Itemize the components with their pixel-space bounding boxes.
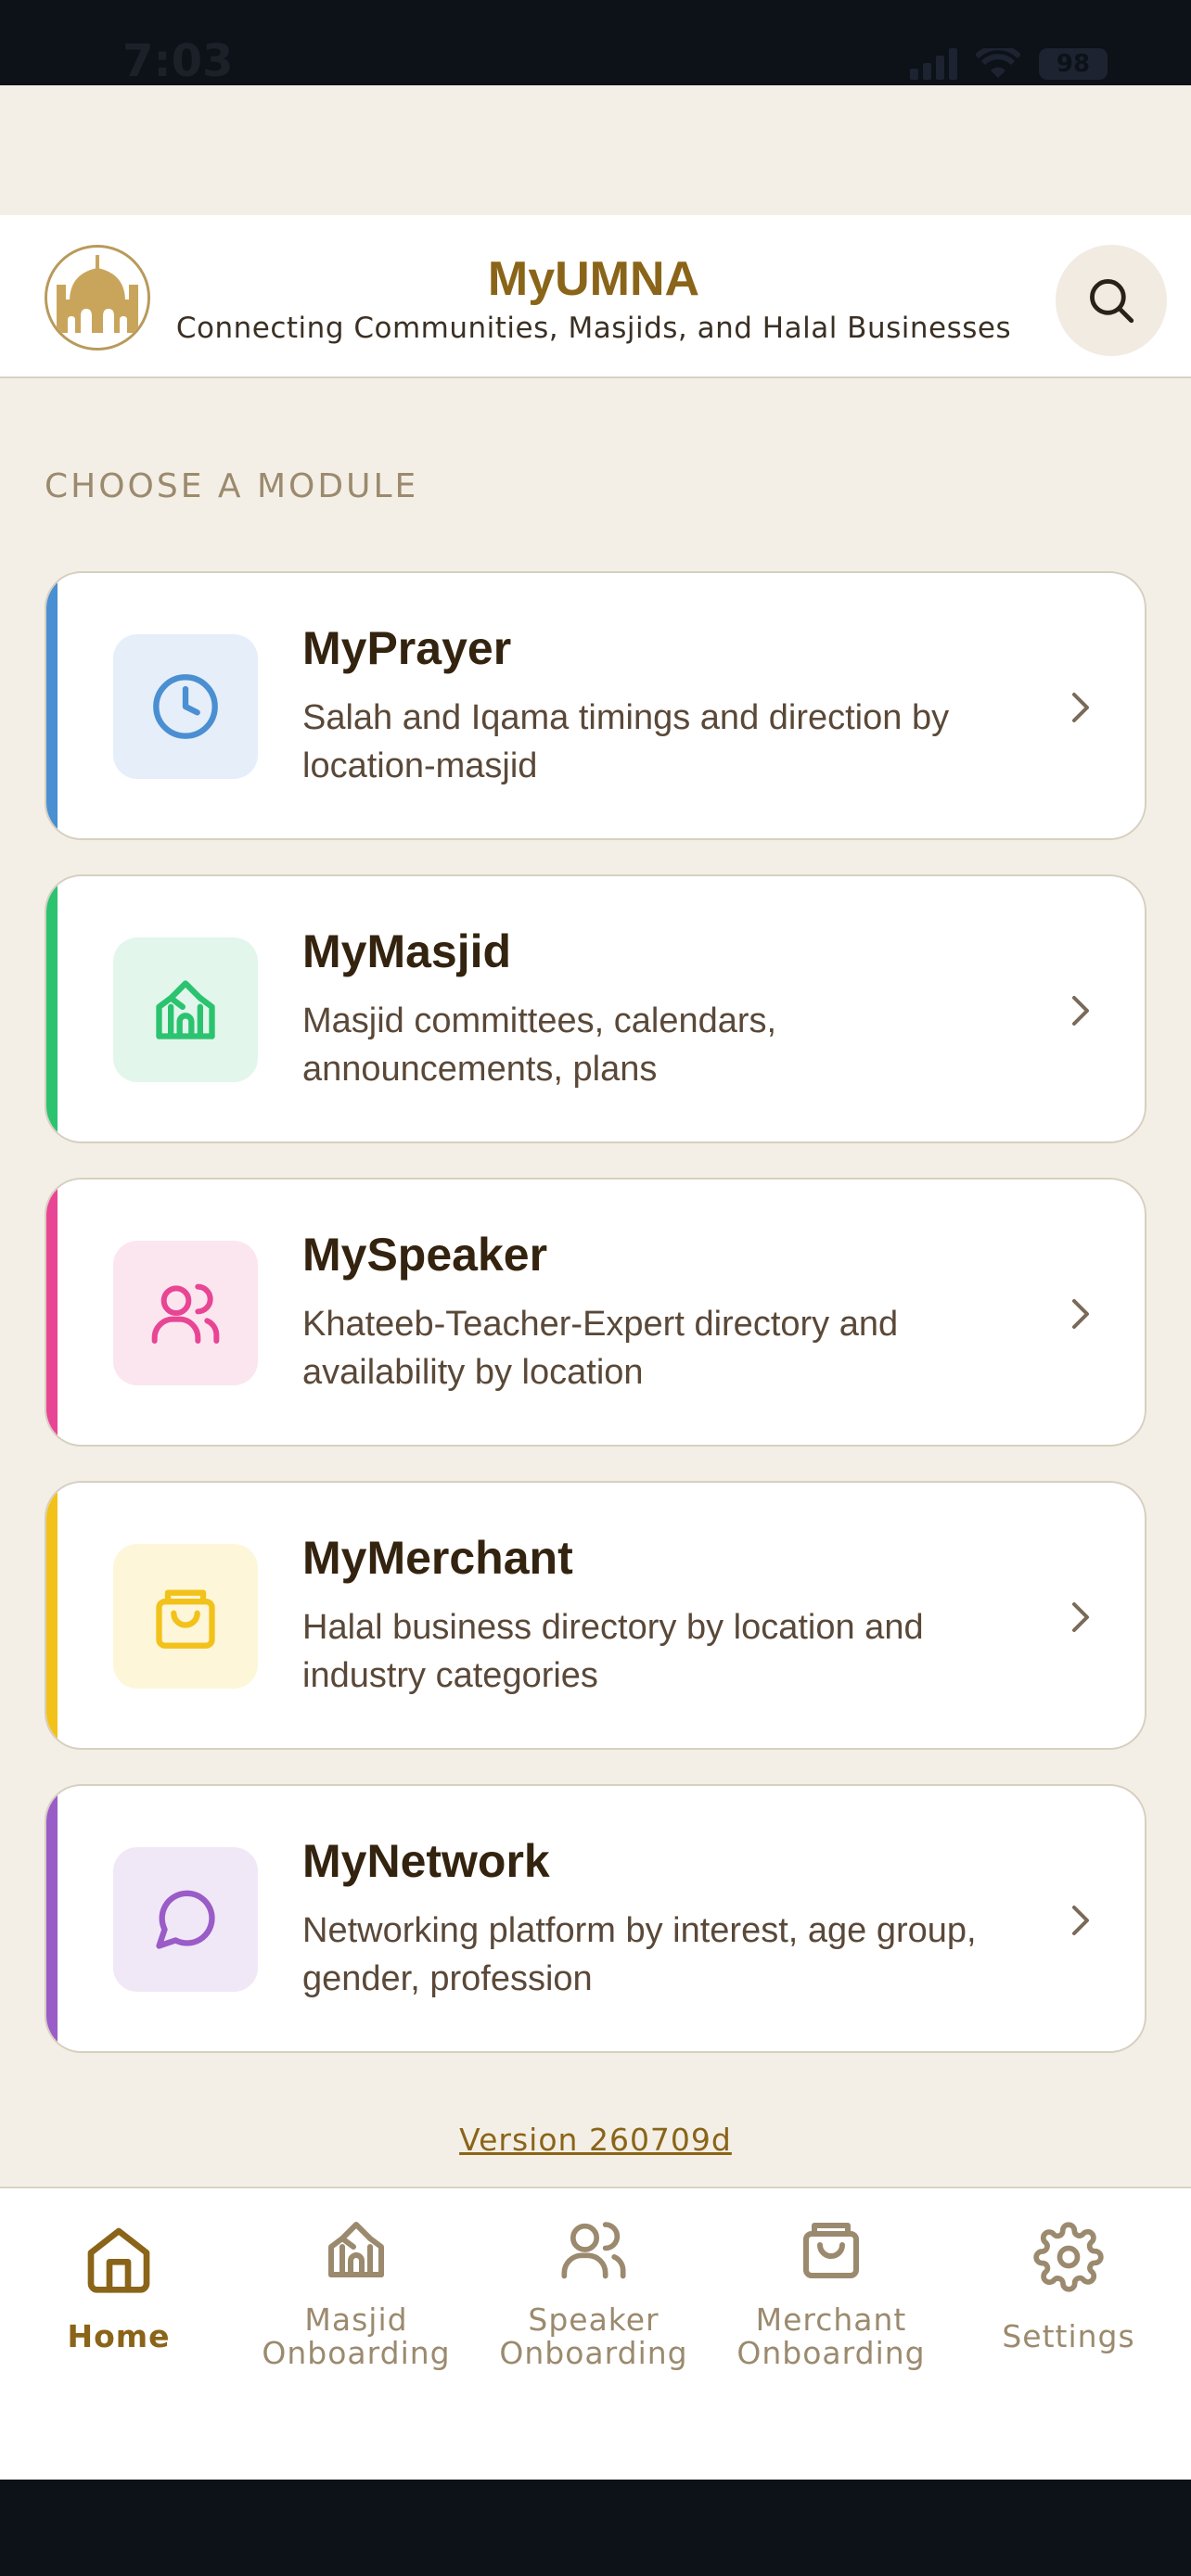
app-logo[interactable] — [45, 245, 150, 351]
app-header: MyUMNA Connecting Communities, Masjids, … — [0, 215, 1191, 378]
tab-label-line1: Masjid — [304, 2302, 408, 2338]
header-text: MyUMNA Connecting Communities, Masjids, … — [158, 250, 1030, 349]
module-name: MyNetwork — [302, 1835, 550, 1887]
app-screen: MyUMNA Connecting Communities, Masjids, … — [0, 85, 1191, 2480]
card-accent — [46, 1483, 58, 1748]
status-bar: 7:03 98 — [0, 0, 1191, 87]
tab-label-line1: Speaker — [528, 2302, 660, 2338]
tab-settings[interactable]: Settings — [950, 2188, 1187, 2392]
cellular-signal-icon — [910, 48, 957, 80]
module-card-mymasjid[interactable]: MyMasjid Masjid committees, calendars, a… — [45, 874, 1146, 1143]
battery-icon: 98 — [1039, 48, 1108, 80]
card-accent — [46, 573, 58, 838]
version-link[interactable]: Version 260709d — [0, 2122, 1191, 2158]
tab-merchant-onboarding[interactable]: Merchant Onboarding — [712, 2188, 950, 2392]
chevron-right-icon — [1072, 1299, 1089, 1329]
shopping-bag-icon — [156, 1589, 215, 1649]
module-name: MyMasjid — [302, 925, 512, 977]
bottom-tab-bar: Home Masjid Onboarding Speaker Onboardin… — [0, 2187, 1191, 2480]
module-icon-tile — [113, 937, 258, 1082]
tab-masjid-onboarding[interactable]: Masjid Onboarding — [237, 2188, 475, 2392]
chevron-right-icon — [1072, 996, 1089, 1026]
search-icon — [1090, 279, 1134, 324]
tab-label: Home — [67, 2318, 171, 2354]
module-description: Masjid committees, calendars, announceme… — [302, 1001, 777, 1089]
tab-label-line2: Onboarding — [499, 2335, 688, 2371]
tab-speaker-onboarding[interactable]: Speaker Onboarding — [475, 2188, 712, 2392]
tab-label-line1: Merchant — [755, 2302, 907, 2338]
module-description: Khateeb-Teacher-Expert directory and ava… — [302, 1305, 899, 1392]
mosque-icon — [328, 2222, 384, 2277]
chat-bubble-icon — [156, 1890, 215, 1949]
app-subtitle: Connecting Communities, Masjids, and Hal… — [175, 312, 1012, 345]
module-description: Salah and Iqama timings and direction by… — [302, 698, 950, 785]
tab-label: Settings — [1002, 2318, 1135, 2354]
card-accent — [46, 1786, 58, 2051]
module-name: MySpeaker — [302, 1229, 548, 1281]
status-icons: 98 — [910, 48, 1108, 80]
card-accent — [46, 1180, 58, 1445]
module-card-myspeaker[interactable]: MySpeaker Khateeb-Teacher-Expert directo… — [45, 1178, 1146, 1447]
home-indicator-area — [0, 2480, 1191, 2576]
clock-icon — [153, 674, 218, 739]
mosque-icon — [156, 980, 215, 1039]
module-icon-tile — [113, 1241, 258, 1385]
module-card-mymerchant[interactable]: MyMerchant Halal business directory by l… — [45, 1481, 1146, 1750]
tab-home[interactable]: Home — [0, 2188, 237, 2392]
module-description: Halal business directory by location and… — [302, 1608, 924, 1695]
tab-label-line2: Onboarding — [262, 2335, 451, 2371]
module-name: MyMerchant — [302, 1532, 573, 1584]
search-button[interactable] — [1056, 245, 1167, 356]
mosque-logo-icon — [47, 248, 147, 348]
module-name: MyPrayer — [302, 622, 512, 674]
module-icon-tile — [113, 1847, 258, 1992]
chevron-right-icon — [1072, 1602, 1089, 1632]
module-card-myprayer[interactable]: MyPrayer Salah and Iqama timings and dir… — [45, 571, 1146, 840]
app-title: MyUMNA — [487, 252, 700, 306]
home-icon — [87, 2227, 150, 2293]
status-time: 7:03 — [122, 35, 234, 87]
module-icon-tile — [113, 1544, 258, 1689]
wifi-icon — [976, 48, 1020, 78]
chevron-right-icon — [1072, 1906, 1089, 1935]
users-icon — [561, 2222, 626, 2279]
module-description: Networking platform by interest, age gro… — [302, 1911, 977, 1998]
shopping-bag-icon — [803, 2223, 859, 2278]
module-card-mynetwork[interactable]: MyNetwork Networking platform by interes… — [45, 1784, 1146, 2053]
gear-icon — [1033, 2222, 1104, 2292]
users-icon — [151, 1283, 220, 1344]
tab-label-line2: Onboarding — [736, 2335, 926, 2371]
chevron-right-icon — [1072, 693, 1089, 722]
module-icon-tile — [113, 634, 258, 779]
card-accent — [46, 876, 58, 1141]
section-title: CHOOSE A MODULE — [45, 467, 419, 505]
